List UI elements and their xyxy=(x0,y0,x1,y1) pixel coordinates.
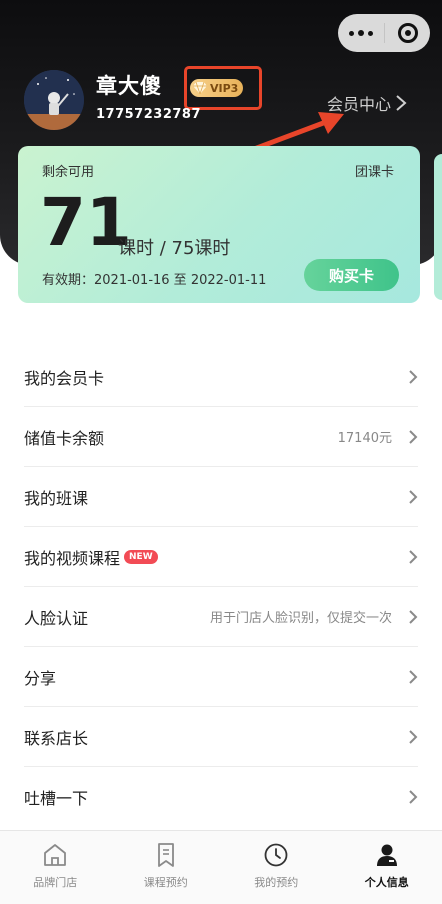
avatar[interactable] xyxy=(24,70,84,130)
remaining-label: 剩余可用 xyxy=(42,165,95,180)
username: 章大傻 xyxy=(96,74,162,98)
menu-item-label: 我的班课 xyxy=(24,488,89,508)
chevron-right-icon xyxy=(409,549,418,564)
clock-icon xyxy=(264,843,288,867)
menu-item-my-classes[interactable]: 我的班课 xyxy=(24,467,418,527)
user-icon xyxy=(376,844,397,866)
tab-label: 我的预约 xyxy=(254,876,299,889)
menu-item-video-courses[interactable]: 我的视频课程 NEW xyxy=(24,527,418,587)
buy-card-button[interactable]: 购买卡 xyxy=(304,259,399,291)
more-options-icon[interactable] xyxy=(338,30,384,36)
tab-label: 课程预约 xyxy=(143,876,188,889)
validity-period: 有效期：2021-01-16 至 2022-01-11 xyxy=(42,273,267,288)
home-icon xyxy=(44,844,67,866)
menu-item-label: 人脸认证 xyxy=(24,608,89,628)
face-verification-hint: 用于门店人脸识别，仅提交一次 xyxy=(209,611,392,626)
bookmark-icon xyxy=(157,843,174,867)
chevron-right-icon xyxy=(409,369,418,384)
chevron-right-icon xyxy=(409,669,418,684)
menu-item-label: 分享 xyxy=(24,668,57,688)
stored-value-balance: 17140元 xyxy=(337,431,392,446)
close-mini-program-icon[interactable] xyxy=(385,23,430,43)
chevron-right-icon xyxy=(409,489,418,504)
chevron-right-icon xyxy=(409,609,418,624)
tab-label: 品牌门店 xyxy=(33,876,78,889)
new-badge: NEW xyxy=(124,549,158,564)
phone-number: 17757232787 xyxy=(96,107,201,122)
card-type: 团课卡 xyxy=(354,165,394,180)
menu-item-feedback[interactable]: 吐槽一下 xyxy=(24,767,418,827)
chevron-right-icon xyxy=(409,790,418,804)
membership-card[interactable]: 剩余可用 团课卡 71 课时 / 75课时 有效期：2021-01-16 至 2… xyxy=(18,146,420,303)
menu-item-label: 我的视频课程 xyxy=(24,548,121,568)
chevron-right-icon xyxy=(409,729,418,744)
tab-label: 个人信息 xyxy=(364,876,409,889)
menu-item-membership-card[interactable]: 我的会员卡 xyxy=(24,347,418,407)
menu-item-label: 我的会员卡 xyxy=(24,368,105,388)
chevron-right-icon xyxy=(396,95,407,111)
tab-brand-stores[interactable]: 品牌门店 xyxy=(0,831,111,904)
tab-course-booking[interactable]: 课程预约 xyxy=(111,831,222,904)
diamond-icon xyxy=(193,82,207,94)
menu-item-stored-value[interactable]: 储值卡余额 17140元 xyxy=(24,407,418,467)
chevron-right-icon xyxy=(409,429,418,444)
menu-item-label: 吐槽一下 xyxy=(24,789,89,808)
menu-item-face-verification[interactable]: 人脸认证 用于门店人脸识别，仅提交一次 xyxy=(24,587,418,647)
profile-menu: 我的会员卡 储值卡余额 17140元 我的班课 我的视频课程 NEW 人脸认证 … xyxy=(0,347,442,827)
vip-level-badge[interactable]: VIP3 xyxy=(190,79,244,97)
tab-personal-info[interactable]: 个人信息 xyxy=(332,831,442,904)
menu-item-contact-manager[interactable]: 联系店长 xyxy=(24,707,418,767)
menu-item-label: 联系店长 xyxy=(24,728,89,748)
mini-program-capsule xyxy=(338,14,430,52)
tab-my-bookings[interactable]: 我的预约 xyxy=(221,831,332,904)
vip-level-text: VIP3 xyxy=(210,81,239,95)
next-card-peek[interactable] xyxy=(434,154,442,300)
menu-item-label: 储值卡余额 xyxy=(24,428,105,448)
total-hours: 课时 / 75课时 xyxy=(118,238,231,259)
bottom-tab-bar: 品牌门店 课程预约 我的预约 个人信息 xyxy=(0,830,442,904)
menu-item-share[interactable]: 分享 xyxy=(24,647,418,707)
